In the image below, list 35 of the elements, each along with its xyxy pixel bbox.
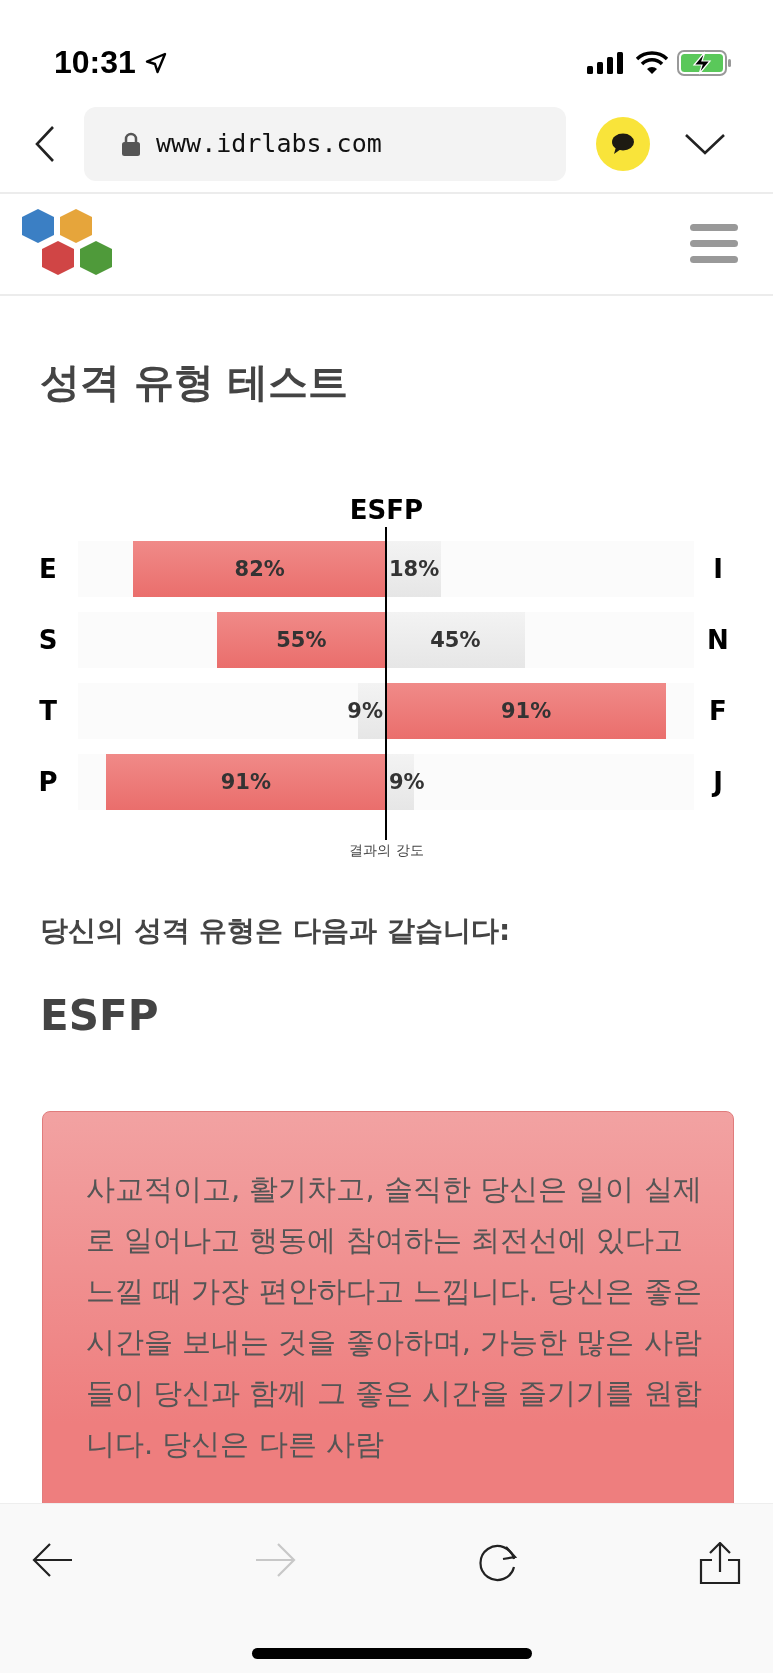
- percent-label: 91%: [500, 698, 553, 725]
- percent-label: 9%: [347, 698, 383, 725]
- trait-letter: T: [38, 696, 58, 726]
- reload-icon[interactable]: [476, 1542, 519, 1584]
- page-title: 성격 유형 테스트: [40, 358, 349, 407]
- chevron-down-icon[interactable]: [684, 131, 726, 156]
- result-type: ESFP: [40, 990, 160, 1042]
- trait-letter: E: [38, 554, 58, 584]
- share-icon[interactable]: [699, 1542, 741, 1584]
- percent-label: 45%: [429, 627, 482, 654]
- trait-letter: J: [710, 767, 724, 797]
- location-arrow-icon: [143, 50, 168, 75]
- percent-label: 55%: [275, 627, 328, 654]
- back-chevron-icon[interactable]: [34, 124, 56, 163]
- trait-letter: N: [706, 625, 730, 655]
- percent-label: 18%: [389, 556, 440, 583]
- trait-letter: S: [37, 625, 59, 655]
- chart-title: ESFP: [349, 494, 424, 527]
- description-text: 사교적이고, 활기차고, 솔직한 당신은 일이 실제로 일어나고 행동에 참여하는 최전선에 있다고 느낄 때 가장 편안하다고 느낍니다. 당신은 좋은 시간을 보내는 것을 좋아하며, 가능한 많은 사람들이 당신과 함께 그 좋은 시간을 즐기기를 원합니다. 당신은 다른 사람: [86, 1171, 703, 1463]
- trait-letter: F: [708, 696, 728, 726]
- percent-label: 91%: [219, 769, 272, 796]
- wifi-icon: [635, 50, 669, 75]
- status-time: 10:31: [54, 44, 136, 81]
- back-arrow-icon[interactable]: [32, 1542, 74, 1578]
- lock-icon: [122, 131, 140, 156]
- axis-label: 결과의 강도: [349, 841, 424, 860]
- trait-letter: I: [712, 554, 724, 584]
- percent-label: 82%: [233, 556, 286, 583]
- percent-label: 9%: [389, 769, 425, 796]
- chat-bubble-icon[interactable]: [596, 116, 650, 171]
- result-heading: 당신의 성격 유형은 다음과 같습니다:: [40, 913, 512, 949]
- menu-icon[interactable]: [690, 224, 738, 264]
- address-bar[interactable]: www.idrlabs.com: [84, 106, 566, 181]
- battery-charging-icon: [677, 48, 733, 77]
- trait-letter: P: [37, 767, 59, 797]
